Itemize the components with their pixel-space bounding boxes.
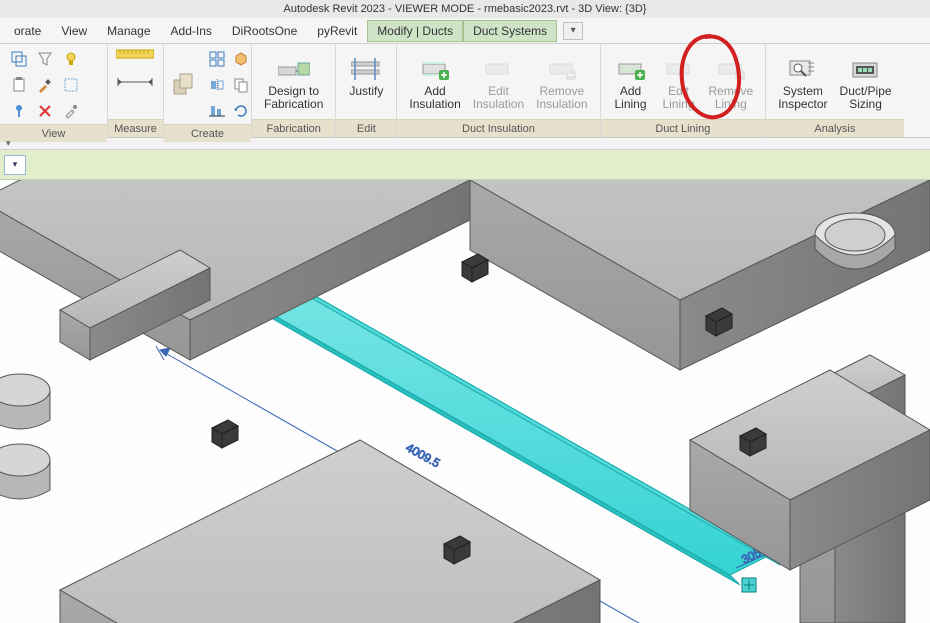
ruler-icon[interactable] — [116, 46, 156, 70]
add-insulation-icon — [419, 55, 451, 83]
3d-viewport[interactable]: 3050.5 4009.5 3050.5 — [0, 180, 930, 623]
group-view: View — [0, 44, 108, 137]
design-to-fabrication-button[interactable]: Design toFabrication — [258, 53, 329, 113]
edit-lining-l1: Edit — [668, 84, 689, 98]
assembly-icon — [171, 71, 203, 99]
align-icon[interactable] — [206, 100, 228, 122]
mirror-icon[interactable] — [206, 74, 228, 96]
remove-insulation-button: RemoveInsulation — [530, 53, 593, 113]
sizing-l1: Duct/Pipe — [840, 84, 892, 98]
ribbon: View Measure Create — [0, 44, 930, 138]
edit-lining-button: EditLining — [655, 53, 703, 113]
menu-bar: orate View Manage Add-Ins DiRootsOne pyR… — [0, 18, 930, 44]
group-edit-label: Edit — [336, 119, 396, 137]
system-inspector-l2: Inspector — [778, 97, 827, 111]
menu-overflow-icon[interactable]: ▾ — [563, 22, 583, 40]
edit-lining-l2: Lining — [662, 97, 694, 111]
edit-insulation-l2: Insulation — [473, 97, 524, 111]
menu-pyrevit[interactable]: pyRevit — [307, 20, 367, 42]
group-measure-label: Measure — [108, 119, 163, 137]
sizing-l2: Sizing — [849, 97, 882, 111]
group-lining: AddLining EditLining RemoveLining Duct L… — [601, 44, 767, 137]
fabrication-l1: Design to — [268, 84, 319, 98]
remove-lining-l1: Remove — [709, 84, 754, 98]
fabrication-icon — [278, 55, 310, 83]
remove-lining-icon — [715, 55, 747, 83]
system-inspector-button[interactable]: SystemInspector — [772, 53, 833, 113]
system-inspector-icon — [787, 55, 819, 83]
remove-insulation-icon — [546, 55, 578, 83]
duct-pipe-sizing-button[interactable]: Duct/PipeSizing — [834, 53, 898, 113]
filter-icon[interactable] — [34, 48, 56, 70]
type-dropdown[interactable]: ▾ — [4, 155, 26, 175]
eyedrop-icon[interactable] — [60, 100, 82, 122]
edit-lining-icon — [663, 55, 695, 83]
add-lining-icon — [615, 55, 647, 83]
view-tools-grid — [6, 46, 84, 124]
brush-icon[interactable] — [34, 74, 56, 96]
group-icon[interactable] — [230, 48, 252, 70]
paste-icon[interactable] — [8, 74, 30, 96]
menu-dirootsone[interactable]: DiRootsOne — [222, 20, 307, 42]
add-insulation-l2: Insulation — [409, 97, 460, 111]
justify-button[interactable]: Justify — [342, 53, 390, 112]
add-insulation-l1: Add — [424, 84, 445, 98]
menu-modify-ducts[interactable]: Modify | Ducts — [367, 20, 463, 42]
group-edit: Justify Edit — [336, 44, 397, 137]
group-insulation-label: Duct Insulation — [397, 119, 599, 137]
array-icon[interactable] — [206, 48, 228, 70]
sizing-icon — [850, 55, 882, 83]
fabrication-l2: Fabrication — [264, 97, 323, 111]
menu-addins[interactable]: Add-Ins — [161, 20, 222, 42]
group-lining-label: Duct Lining — [601, 119, 766, 137]
justify-l1: Justify — [349, 84, 383, 98]
remove-insulation-l2: Insulation — [536, 97, 587, 111]
menu-view[interactable]: View — [51, 20, 97, 42]
group-insulation: AddInsulation EditInsulation RemoveInsul… — [397, 44, 600, 137]
copy-icon[interactable] — [230, 74, 252, 96]
create-tools-grid — [204, 46, 252, 124]
group-fabrication-label: Fabrication — [252, 119, 335, 137]
add-insulation-button[interactable]: AddInsulation — [403, 53, 466, 113]
create-assembly-button[interactable] — [170, 69, 204, 101]
justify-icon — [350, 55, 382, 83]
delete-icon[interactable] — [34, 100, 56, 122]
rotate-icon[interactable] — [230, 100, 252, 122]
select-icon[interactable] — [8, 48, 30, 70]
pin-icon[interactable] — [8, 100, 30, 122]
group-fabrication: Design toFabrication Fabrication — [252, 44, 336, 137]
remove-lining-button: RemoveLining — [703, 53, 760, 113]
group-analysis: SystemInspector Duct/PipeSizing Analysis — [766, 44, 903, 137]
group-analysis-label: Analysis — [766, 119, 903, 137]
group-create-label: Create — [164, 124, 251, 142]
edit-insulation-button: EditInsulation — [467, 53, 530, 113]
edit-insulation-l1: Edit — [488, 84, 509, 98]
title-bar: Autodesk Revit 2023 - VIEWER MODE - rmeb… — [0, 0, 930, 18]
add-lining-l2: Lining — [614, 97, 646, 111]
remove-lining-l2: Lining — [715, 97, 747, 111]
type-selector-bar: ▾ — [0, 150, 930, 180]
dimension-icon[interactable] — [116, 74, 156, 98]
menu-manage[interactable]: Manage — [97, 20, 160, 42]
highlight-icon[interactable] — [60, 74, 82, 96]
add-lining-button[interactable]: AddLining — [607, 53, 655, 113]
remove-insulation-l1: Remove — [539, 84, 584, 98]
menu-collaborate[interactable]: orate — [4, 20, 51, 42]
add-lining-l1: Add — [620, 84, 641, 98]
group-measure: Measure — [108, 44, 164, 137]
group-create: Create — [164, 44, 252, 137]
group-view-label: View — [0, 124, 107, 142]
options-bar: ▾ — [0, 138, 930, 150]
lightbulb-icon[interactable] — [60, 48, 82, 70]
menu-duct-systems[interactable]: Duct Systems — [463, 20, 557, 42]
edit-insulation-icon — [482, 55, 514, 83]
system-inspector-l1: System — [783, 84, 823, 98]
